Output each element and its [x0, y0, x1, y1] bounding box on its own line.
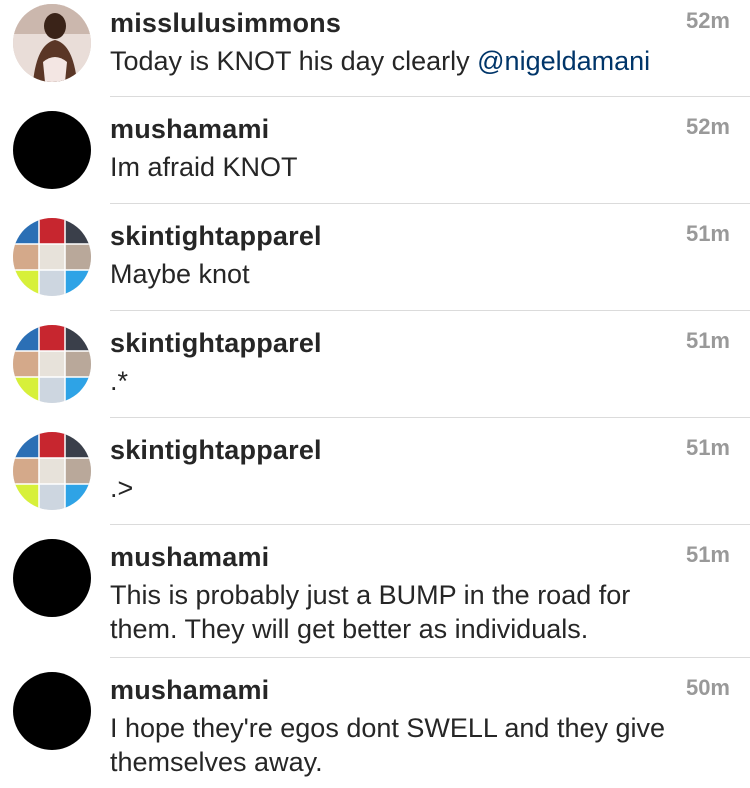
- avatar[interactable]: [13, 111, 91, 189]
- avatar[interactable]: [13, 672, 91, 750]
- comment-username[interactable]: skintightapparel: [110, 328, 322, 359]
- comment-item: skintightapparel 51m Maybe knot: [0, 204, 750, 311]
- avatar[interactable]: [13, 218, 91, 296]
- avatar[interactable]: [13, 325, 91, 403]
- comment-username[interactable]: skintightapparel: [110, 435, 322, 466]
- comment-item: mushamami 50m I hope they're egos dont S…: [0, 658, 750, 788]
- comments-list: misslulusimmons 52m Today is KNOT his da…: [0, 0, 750, 788]
- comment-timestamp: 51m: [685, 435, 730, 460]
- comment-username[interactable]: mushamami: [110, 542, 269, 573]
- comment-username[interactable]: mushamami: [110, 114, 269, 145]
- comment-text: .>: [110, 473, 134, 503]
- comment-text: Today is KNOT his day clearly @nigeldama…: [110, 44, 710, 78]
- comment-username[interactable]: mushamami: [110, 675, 269, 706]
- mention-link[interactable]: @nigeldamani: [477, 46, 650, 76]
- comment-item: misslulusimmons 52m Today is KNOT his da…: [0, 0, 750, 97]
- comment-username[interactable]: misslulusimmons: [110, 8, 341, 39]
- comment-text-body: Today is KNOT his day clearly: [110, 46, 478, 76]
- comment-timestamp: 51m: [685, 221, 730, 246]
- comment-item: mushamami 51m This is probably just a BU…: [0, 525, 750, 658]
- product-collage-icon: [13, 218, 91, 296]
- comment-timestamp: 52m: [685, 8, 730, 33]
- user-photo-icon: [13, 4, 91, 82]
- comment-text: Im afraid KNOT: [110, 152, 298, 182]
- comment-timestamp: 52m: [685, 114, 730, 139]
- product-collage-icon: [13, 325, 91, 403]
- avatar[interactable]: [13, 4, 91, 82]
- comment-timestamp: 51m: [685, 328, 730, 353]
- comment-timestamp: 51m: [685, 542, 730, 567]
- comment-item: mushamami 52m Im afraid KNOT: [0, 97, 750, 204]
- comment-timestamp: 50m: [685, 675, 730, 700]
- comment-item: skintightapparel 51m .>: [0, 418, 750, 525]
- comment-text: Maybe knot: [110, 259, 250, 289]
- comment-text: I hope they're egos dont SWELL and they …: [110, 713, 666, 777]
- avatar[interactable]: [13, 432, 91, 510]
- comment-text: .*: [110, 366, 129, 396]
- product-collage-icon: [13, 432, 91, 510]
- comment-text: This is probably just a BUMP in the road…: [110, 580, 631, 644]
- comment-username[interactable]: skintightapparel: [110, 221, 322, 252]
- comment-item: skintightapparel 51m .*: [0, 311, 750, 418]
- avatar[interactable]: [13, 539, 91, 617]
